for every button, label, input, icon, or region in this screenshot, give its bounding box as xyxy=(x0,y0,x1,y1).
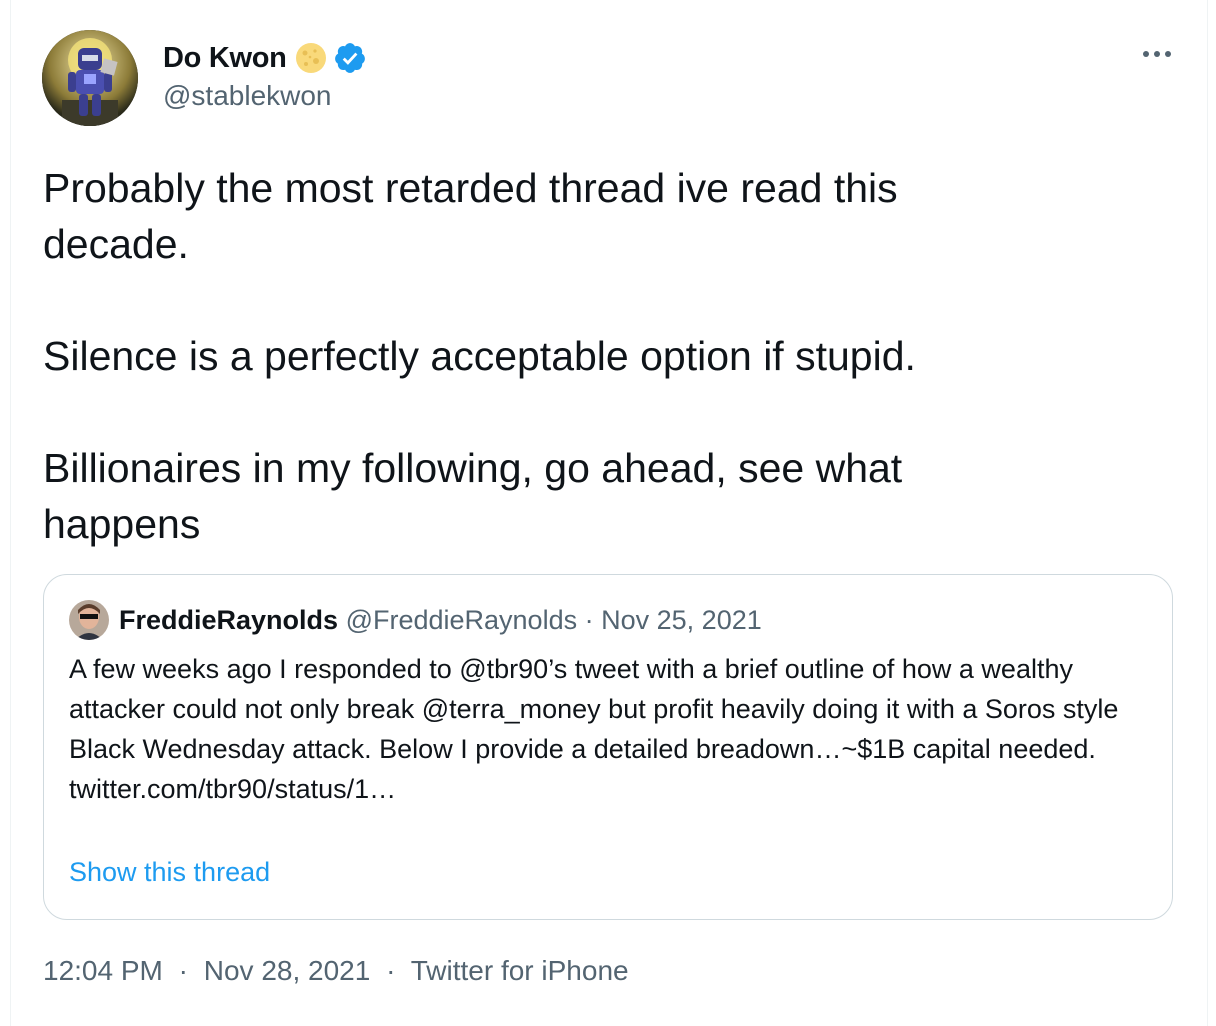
footer-separator: · xyxy=(178,955,188,986)
author-name-row[interactable]: Do Kwon xyxy=(163,38,367,78)
footer-separator: · xyxy=(386,955,396,986)
person-avatar-icon xyxy=(69,600,109,640)
author-name[interactable]: Do Kwon xyxy=(163,42,287,75)
quoted-tweet-card[interactable]: FreddieRaynolds @FreddieRaynolds · Nov 2… xyxy=(43,574,1173,920)
quoted-tweet-body: A few weeks ago I responded to @tbr90’s … xyxy=(69,649,1149,809)
tweet-date[interactable]: Nov 28, 2021 xyxy=(204,955,371,986)
quoted-author-handle[interactable]: @FreddieRaynolds xyxy=(346,605,578,635)
quoted-author-name[interactable]: FreddieRaynolds xyxy=(119,605,338,635)
quoted-tweet-link[interactable]: twitter.com/tbr90/status/1… xyxy=(69,769,1149,809)
quoted-author-avatar[interactable] xyxy=(69,600,109,640)
quoted-tweet-text: A few weeks ago I responded to @tbr90’s … xyxy=(69,654,1119,764)
frame-border-right xyxy=(1207,0,1208,1026)
tweet-text: Probably the most retarded thread ive re… xyxy=(43,165,916,547)
quoted-separator: · xyxy=(584,605,594,635)
quoted-tweet-header: FreddieRaynolds @FreddieRaynolds · Nov 2… xyxy=(119,601,762,639)
quoted-date[interactable]: Nov 25, 2021 xyxy=(601,605,762,635)
tweet-source[interactable]: Twitter for iPhone xyxy=(411,955,629,986)
frame-border-left xyxy=(10,0,11,1026)
tweet-time[interactable]: 12:04 PM xyxy=(43,955,163,986)
more-options-icon[interactable] xyxy=(1140,44,1174,64)
author-avatar[interactable] xyxy=(42,30,138,126)
tweet-footer-meta: 12:04 PM · Nov 28, 2021 · Twitter for iP… xyxy=(43,955,629,987)
show-thread-link[interactable]: Show this thread xyxy=(69,857,270,888)
verified-badge-icon[interactable] xyxy=(333,41,367,75)
author-handle[interactable]: @stablekwon xyxy=(163,80,332,112)
robot-avatar-icon xyxy=(42,30,138,126)
moon-emoji-icon xyxy=(295,42,327,74)
